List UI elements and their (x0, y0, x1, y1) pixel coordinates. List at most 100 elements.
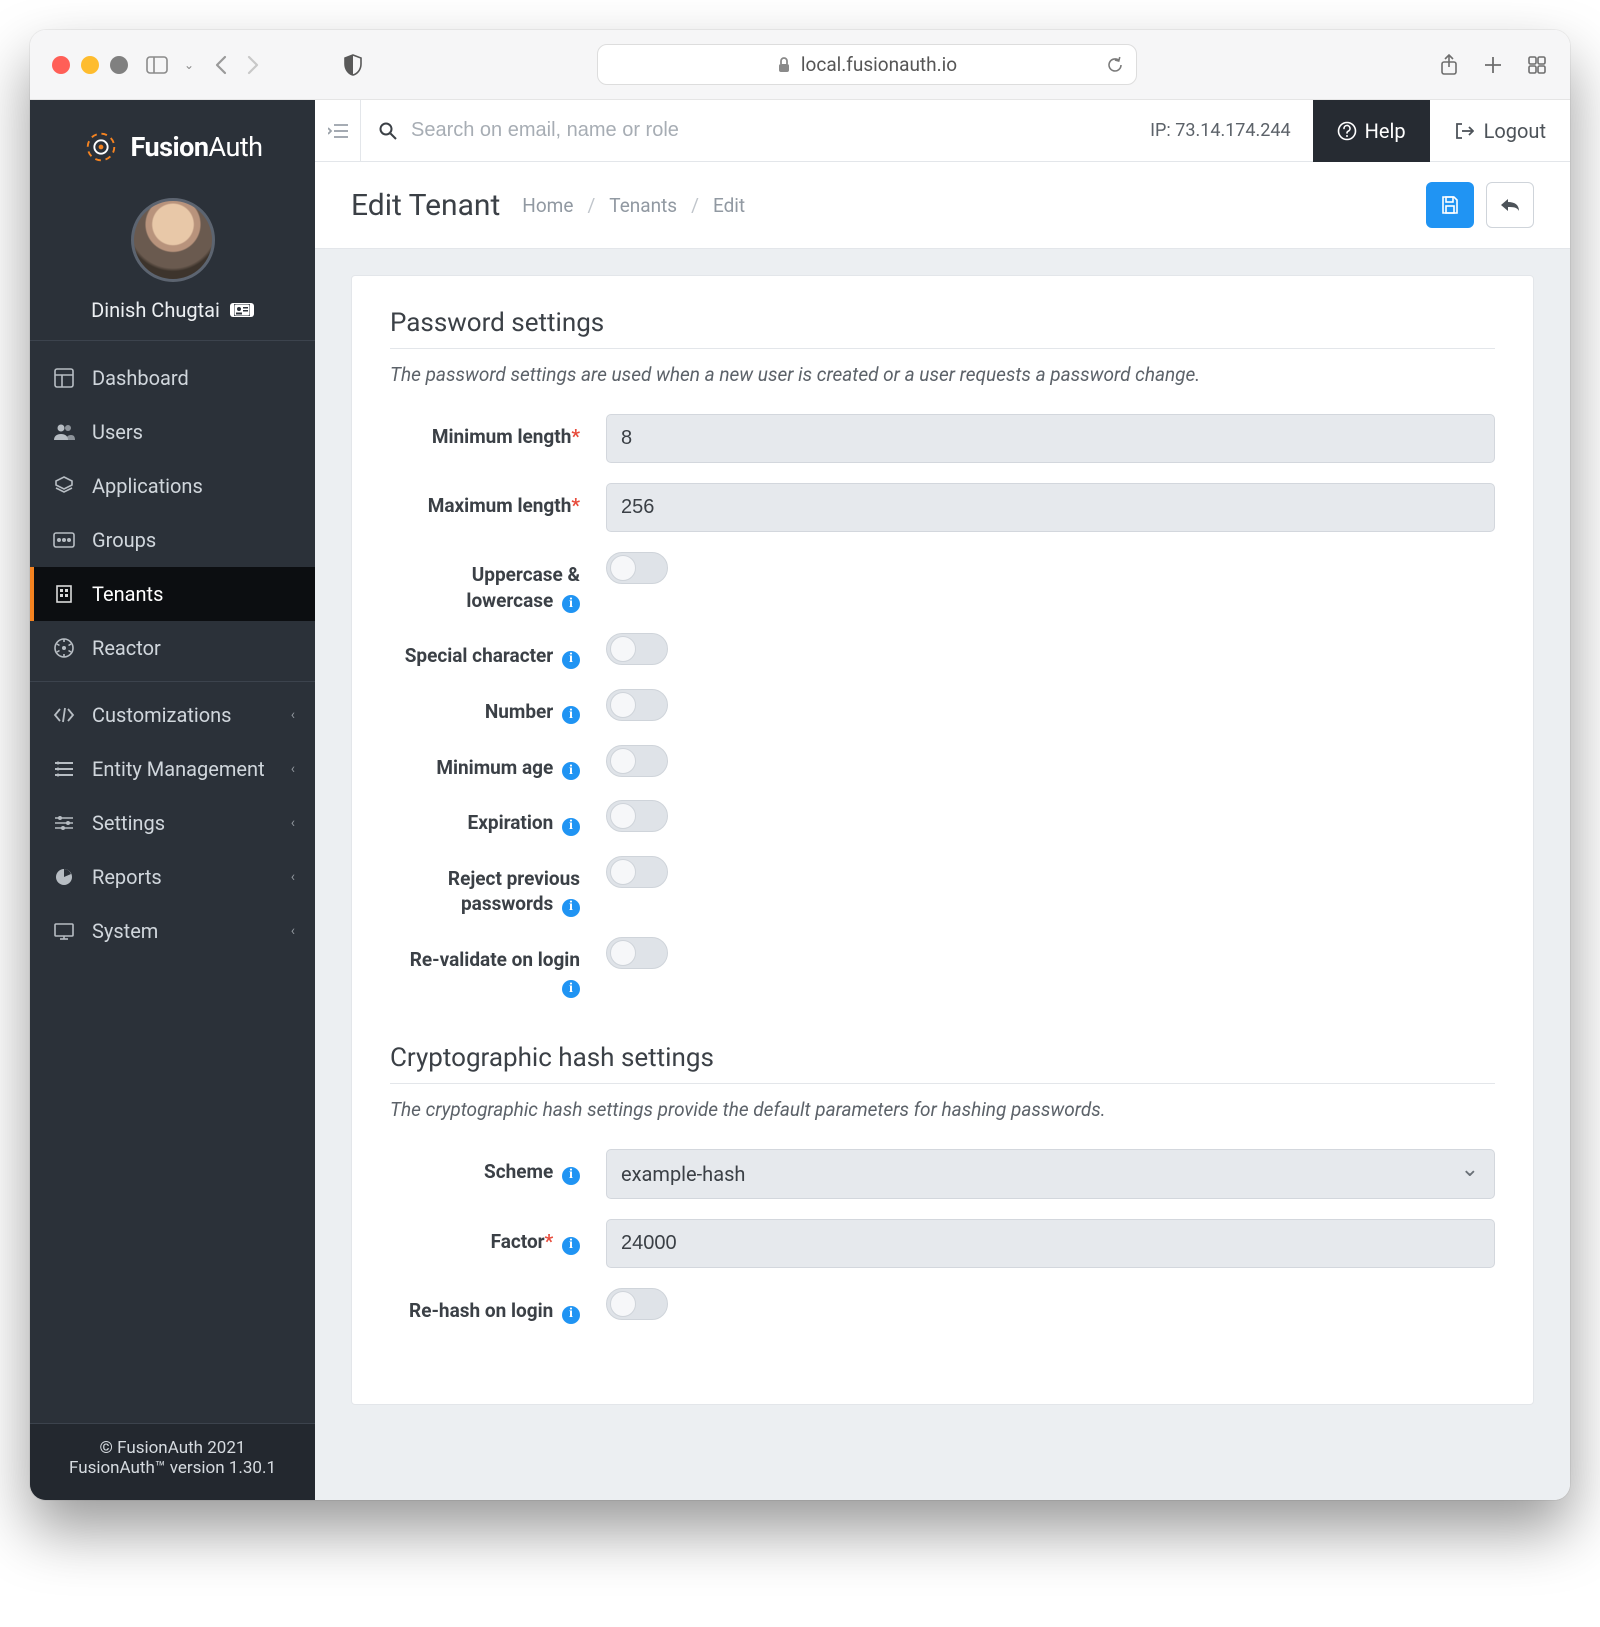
sidebar: FusionAuth Dinish Chugtai Dashboard (30, 100, 315, 1500)
apps-icon (52, 474, 76, 498)
info-icon[interactable]: i (562, 1167, 580, 1185)
scheme-value: example-hash (621, 1162, 745, 1186)
sidebar-item-label: Settings (92, 811, 165, 835)
reject-prev-toggle[interactable] (606, 856, 668, 888)
settings-card: Password settings The password settings … (351, 275, 1534, 1405)
shield-icon[interactable] (342, 54, 364, 76)
chevron-left-icon: ‹ (291, 707, 295, 723)
sidebar-item-label: Tenants (92, 582, 163, 606)
chevron-down-icon[interactable]: ⌄ (178, 54, 200, 76)
sidebar-item-label: Customizations (92, 703, 232, 727)
sidebar-item-users[interactable]: Users (30, 405, 315, 459)
info-icon[interactable]: i (562, 651, 580, 669)
chevron-left-icon: ‹ (291, 815, 295, 831)
revalidate-toggle[interactable] (606, 937, 668, 969)
sidebar-item-groups[interactable]: Groups (30, 513, 315, 567)
tabs-grid-icon[interactable] (1526, 54, 1548, 76)
info-icon[interactable]: i (562, 980, 580, 998)
password-section-hint: The password settings are used when a ne… (390, 363, 1495, 386)
special-toggle[interactable] (606, 633, 668, 665)
info-icon[interactable]: i (562, 818, 580, 836)
sidebar-item-system[interactable]: System ‹ (30, 904, 315, 958)
info-icon[interactable]: i (562, 899, 580, 917)
reject-prev-label: Reject previous passwords (448, 867, 580, 916)
revalidate-label: Re-validate on login (410, 948, 580, 971)
info-icon[interactable]: i (562, 1306, 580, 1324)
sidebar-item-tenants[interactable]: Tenants (30, 567, 315, 621)
factor-input[interactable] (606, 1219, 1495, 1268)
sidebar-item-dashboard[interactable]: Dashboard (30, 351, 315, 405)
copyright: © FusionAuth 2021 (30, 1438, 315, 1458)
sidebar-item-settings[interactable]: Settings ‹ (30, 796, 315, 850)
sidebar-item-label: Applications (92, 474, 203, 498)
help-button[interactable]: Help (1313, 100, 1430, 162)
plus-icon[interactable] (1482, 54, 1504, 76)
id-card-icon[interactable] (230, 303, 254, 317)
sidebar-item-customizations[interactable]: Customizations ‹ (30, 688, 315, 742)
crumb-edit: Edit (713, 194, 745, 217)
sidebar-item-label: System (92, 919, 158, 943)
chevron-left-icon: ‹ (291, 923, 295, 939)
username: Dinish Chugtai (91, 298, 220, 322)
max-length-input[interactable] (606, 483, 1495, 532)
sidebar-item-entity-management[interactable]: Entity Management ‹ (30, 742, 315, 796)
save-icon (1440, 195, 1460, 215)
rehash-label: Re-hash on login (409, 1299, 553, 1322)
sidebar-item-label: Entity Management (92, 757, 265, 781)
help-icon (1337, 121, 1357, 141)
maximize-window-dot[interactable] (110, 56, 128, 74)
max-length-label: Maximum length (428, 494, 572, 517)
nav-back-icon[interactable] (210, 54, 232, 76)
groups-icon (52, 528, 76, 552)
min-length-input[interactable] (606, 414, 1495, 463)
crumb-home[interactable]: Home (522, 194, 573, 217)
sidebar-item-label: Reports (92, 865, 162, 889)
close-window-dot[interactable] (52, 56, 70, 74)
save-button[interactable] (1426, 182, 1474, 228)
reactor-icon (52, 636, 76, 660)
chevron-left-icon: ‹ (291, 761, 295, 777)
page-title: Edit Tenant (351, 188, 500, 223)
sidebar-footer: © FusionAuth 2021 FusionAuth™ version 1.… (30, 1423, 315, 1500)
sidebar-item-reactor[interactable]: Reactor (30, 621, 315, 675)
collapse-sidebar-button[interactable] (315, 100, 361, 162)
sidebar-item-label: Users (92, 420, 143, 444)
nav-forward-icon[interactable] (242, 54, 264, 76)
sidebar-item-reports[interactable]: Reports ‹ (30, 850, 315, 904)
expiration-toggle[interactable] (606, 800, 668, 832)
refresh-icon[interactable] (1106, 56, 1124, 74)
uppercase-toggle[interactable] (606, 552, 668, 584)
info-icon[interactable]: i (562, 1237, 580, 1255)
min-age-toggle[interactable] (606, 745, 668, 777)
hash-section-title: Cryptographic hash settings (390, 1043, 1495, 1084)
logout-button[interactable]: Logout (1430, 100, 1570, 162)
info-icon[interactable]: i (562, 706, 580, 724)
breadcrumb: Home / Tenants / Edit (522, 194, 745, 217)
logout-label: Logout (1484, 119, 1546, 143)
rehash-toggle[interactable] (606, 1288, 668, 1320)
back-button[interactable] (1486, 182, 1534, 228)
info-icon[interactable]: i (562, 762, 580, 780)
nav: Dashboard Users Applications Groups Tena… (30, 341, 315, 958)
page-header: Edit Tenant Home / Tenants / Edit (315, 162, 1570, 249)
entity-icon (52, 757, 76, 781)
sidebar-toggle-icon[interactable] (146, 54, 168, 76)
url-field[interactable]: local.fusionauth.io (597, 44, 1137, 85)
minimize-window-dot[interactable] (81, 56, 99, 74)
chevron-left-icon: ‹ (291, 869, 295, 885)
factor-label: Factor (491, 1230, 545, 1253)
sidebar-item-label: Dashboard (92, 366, 189, 390)
share-icon[interactable] (1438, 54, 1460, 76)
scheme-select[interactable]: example-hash (606, 1149, 1495, 1199)
reports-icon (52, 865, 76, 889)
info-icon[interactable]: i (562, 595, 580, 613)
ip-label: IP: 73.14.174.244 (1128, 120, 1312, 141)
search-wrap (361, 119, 1128, 142)
sidebar-item-applications[interactable]: Applications (30, 459, 315, 513)
crumb-tenants[interactable]: Tenants (609, 194, 677, 217)
number-toggle[interactable] (606, 689, 668, 721)
avatar[interactable] (131, 198, 215, 282)
search-input[interactable] (411, 119, 811, 142)
special-label: Special character (405, 644, 554, 667)
topbar: IP: 73.14.174.244 Help Logout (315, 100, 1570, 162)
